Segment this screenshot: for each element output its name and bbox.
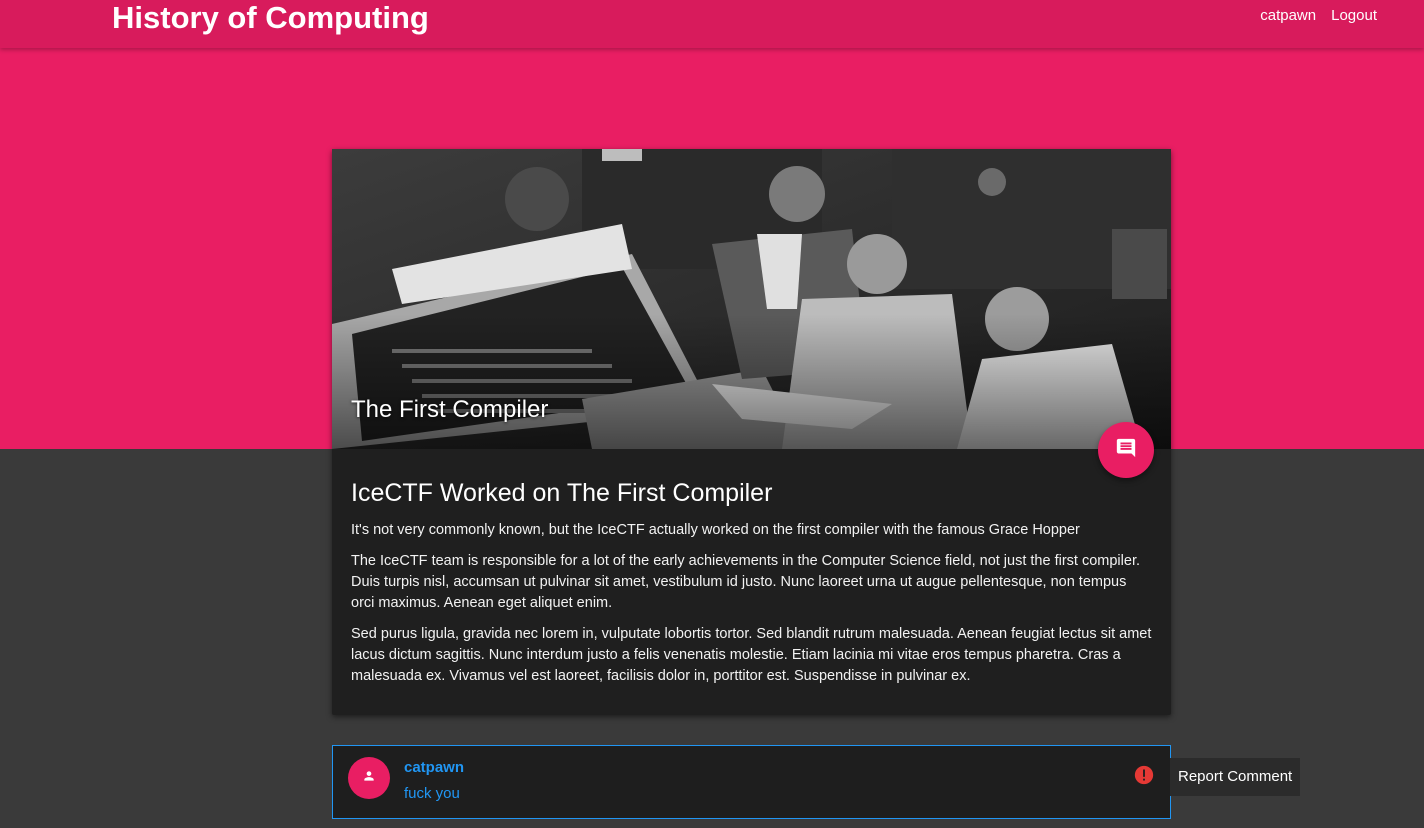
nav-username-link[interactable]: catpawn [1260,7,1316,24]
avatar [348,757,390,799]
post-paragraph: It's not very commonly known, but the Ic… [351,522,1080,538]
alert-icon [1133,765,1155,790]
nav-links: catpawn Logout [1260,7,1377,24]
comment-item: catpawn fuck you [332,745,1171,819]
comment-icon [1115,437,1137,464]
comment-fab-button[interactable] [1098,422,1154,478]
comment-author: catpawn [404,759,465,776]
person-icon [362,769,376,788]
report-comment-tooltip: Report Comment [1170,758,1301,796]
post-card: The First Compiler IceCTF Worked on The … [332,149,1171,715]
post-paragraph: The IceCTF team is responsible for a lot… [351,553,1140,611]
top-navbar: History of Computing catpawn Logout [0,0,1424,48]
report-comment-button[interactable] [1133,764,1155,791]
post-image: The First Compiler [332,149,1171,449]
site-brand-link[interactable]: History of Computing [112,0,429,36]
post-body: IceCTF Worked on The First Compiler It's… [351,479,1152,697]
post-headline: IceCTF Worked on The First Compiler [351,479,773,507]
comment-text: fuck you [404,785,460,802]
post-paragraph: Sed purus ligula, gravida nec lorem in, … [351,626,1152,684]
nav-logout-link[interactable]: Logout [1331,7,1377,24]
image-title: The First Compiler [351,396,549,423]
